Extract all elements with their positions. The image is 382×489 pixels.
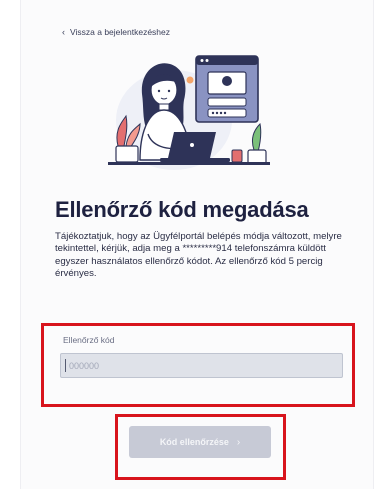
verify-code-button[interactable]: Kód ellenőrzése › bbox=[129, 426, 271, 458]
instructions-text: Tájékoztatjuk, hogy az Ügyfélportál belé… bbox=[55, 231, 342, 279]
back-to-login-link[interactable]: ‹ Vissza a bejelentkezéshez bbox=[62, 27, 170, 37]
chevron-left-icon: ‹ bbox=[62, 26, 65, 37]
page: ‹ Vissza a bejelentkezéshez Ellenőrző kó… bbox=[0, 0, 382, 489]
code-field-label: Ellenőrző kód bbox=[63, 335, 115, 345]
verification-code-input[interactable] bbox=[60, 353, 343, 378]
back-link-label: Vissza a bejelentkezéshez bbox=[70, 27, 171, 37]
woman-at-laptop-illustration bbox=[108, 55, 270, 170]
page-title: Ellenőrző kód megadása bbox=[55, 197, 309, 222]
text-caret bbox=[65, 359, 66, 372]
verify-code-button-label: Kód ellenőrzése bbox=[159, 437, 229, 447]
chevron-right-icon: › bbox=[236, 436, 241, 448]
